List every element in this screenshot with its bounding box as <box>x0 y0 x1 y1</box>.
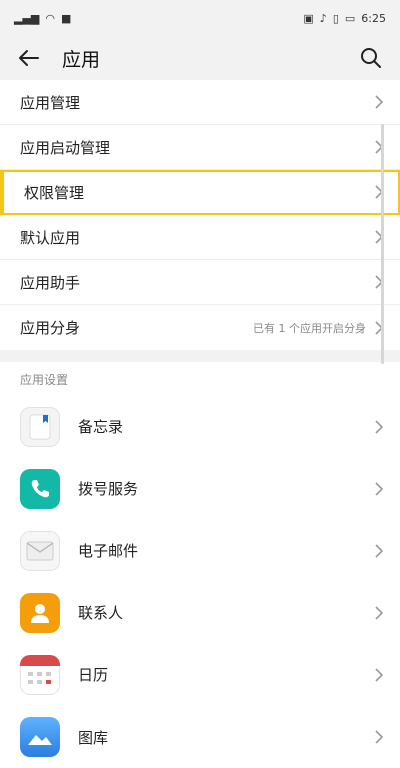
mute-icon: ♪ <box>319 11 327 25</box>
memo-icon <box>20 407 60 447</box>
signal-icon: ▂▄▆ <box>14 11 40 25</box>
app-label: 图库 <box>78 728 109 747</box>
menu-list: 应用管理 应用启动管理 权限管理 默认应用 应用助手 应用分身 已有 1 个应用… <box>0 80 400 350</box>
app-row-gallery[interactable]: 图库 <box>0 706 400 768</box>
app-row-phone[interactable]: 拨号服务 <box>0 458 400 521</box>
section-divider <box>0 350 400 362</box>
menu-item-label: 应用启动管理 <box>20 138 111 157</box>
menu-item-app-management[interactable]: 应用管理 <box>0 80 400 125</box>
chevron-right-icon <box>374 730 384 744</box>
search-button[interactable] <box>356 43 386 73</box>
app-row-contacts[interactable]: 联系人 <box>0 582 400 645</box>
page-title: 应用 <box>62 48 101 71</box>
scrollbar[interactable] <box>381 124 384 364</box>
app-twin-status: 已有 1 个应用开启分身 <box>253 321 366 335</box>
app-label: 日历 <box>78 666 109 684</box>
chevron-right-icon <box>374 543 384 558</box>
menu-item-label: 应用助手 <box>20 273 81 292</box>
app-row-calendar[interactable]: 日历 <box>0 644 400 707</box>
menu-item-label: 应用管理 <box>20 93 81 112</box>
app-label: 电子邮件 <box>78 542 139 560</box>
contacts-icon <box>20 593 60 633</box>
status-time: 6:25 <box>361 11 386 25</box>
screenshot-icon: ▣ <box>303 11 314 25</box>
menu-item-startup-management[interactable]: 应用启动管理 <box>0 125 400 170</box>
email-icon <box>20 531 60 571</box>
status-bar: ▂▄▆ ◠ ■ ▣ ♪ ▯ ▭ 6:25 <box>0 0 400 36</box>
app-bar: 应用 <box>0 36 400 80</box>
search-icon <box>361 48 381 68</box>
chevron-right-icon <box>374 95 384 109</box>
back-button[interactable] <box>14 43 44 73</box>
app-label: 联系人 <box>78 604 124 622</box>
wifi-icon: ◠ <box>45 11 55 25</box>
gallery-icon <box>20 717 60 757</box>
back-arrow-icon <box>19 50 39 66</box>
battery-icon: ▭ <box>344 11 356 25</box>
menu-item-app-assistant[interactable]: 应用助手 <box>0 260 400 305</box>
vibrate-icon: ▯ <box>332 11 339 25</box>
chevron-right-icon <box>374 667 384 682</box>
menu-item-app-twin[interactable]: 应用分身 已有 1 个应用开启分身 <box>0 305 400 350</box>
notification-icon: ■ <box>61 11 72 25</box>
app-row-email[interactable]: 电子邮件 <box>0 520 400 583</box>
app-label: 拨号服务 <box>78 480 139 498</box>
app-label: 备忘录 <box>78 418 124 436</box>
section-title: 应用设置 <box>0 362 400 396</box>
app-row-memo[interactable]: 备忘录 <box>0 396 400 459</box>
menu-item-label: 默认应用 <box>20 228 81 247</box>
menu-item-permission-management[interactable]: 权限管理 <box>0 170 400 215</box>
chevron-right-icon <box>374 605 384 620</box>
chevron-right-icon <box>374 419 384 434</box>
phone-icon <box>20 469 60 509</box>
chevron-right-icon <box>374 481 384 496</box>
calendar-icon <box>20 655 60 695</box>
menu-item-label: 权限管理 <box>24 183 85 202</box>
menu-item-default-apps[interactable]: 默认应用 <box>0 215 400 260</box>
menu-item-label: 应用分身 <box>20 319 81 337</box>
